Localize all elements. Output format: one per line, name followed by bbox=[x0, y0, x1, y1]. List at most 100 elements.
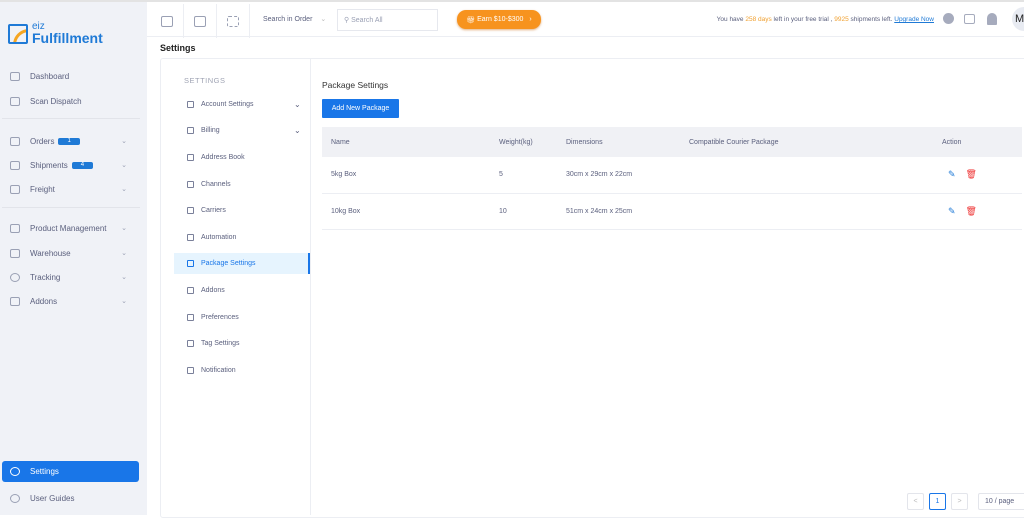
scan-icon bbox=[10, 96, 20, 106]
notification-icon bbox=[187, 366, 194, 374]
delete-icon[interactable]: 🗑︎ bbox=[966, 206, 977, 216]
next-page-button[interactable]: > bbox=[951, 493, 968, 510]
carriers-icon bbox=[187, 206, 194, 214]
billing-icon bbox=[187, 126, 194, 134]
sidebar-item-dashboard[interactable]: Dashboard bbox=[10, 68, 135, 84]
cell-name: 5kg Box bbox=[322, 157, 499, 194]
settings-nav-automation[interactable]: Automation bbox=[187, 232, 236, 242]
sidebar-item-freight[interactable]: Freight ⌄ bbox=[10, 181, 135, 197]
chevron-right-icon: › bbox=[529, 16, 532, 23]
document-icon bbox=[10, 223, 20, 233]
info-icon bbox=[10, 493, 20, 503]
label: Warehouse bbox=[30, 248, 71, 258]
sidebar-item-product-management[interactable]: Product Management ⌄ bbox=[10, 220, 135, 236]
add-new-package-button[interactable]: Add New Package bbox=[322, 99, 399, 118]
label: Automation bbox=[201, 233, 237, 241]
search-placeholder: Search All bbox=[351, 17, 383, 24]
column-name: Name bbox=[322, 127, 499, 157]
column-dimensions: Dimensions bbox=[566, 127, 689, 157]
shipments-shortcut[interactable] bbox=[184, 4, 217, 38]
label: Tag Settings bbox=[201, 339, 240, 347]
column-weight: Weight(kg) bbox=[499, 127, 566, 157]
label: Preferences bbox=[201, 313, 239, 321]
label: Address Book bbox=[201, 153, 245, 161]
delete-icon[interactable]: 🗑︎ bbox=[966, 169, 977, 179]
trial-notice: You have 258 days left in your free tria… bbox=[717, 16, 934, 23]
sidebar-item-user-guides[interactable]: User Guides bbox=[10, 490, 135, 506]
column-action: Action bbox=[942, 127, 1022, 157]
label: Scan Dispatch bbox=[30, 96, 82, 106]
trial-days: 258 days bbox=[745, 16, 772, 23]
trial-text: left in your free trial , bbox=[771, 16, 835, 23]
settings-nav-package-settings[interactable]: Package Settings bbox=[174, 253, 310, 274]
search-input[interactable]: ⚲ Search All bbox=[337, 9, 438, 31]
settings-nav-notification[interactable]: Notification bbox=[187, 365, 236, 375]
settings-nav-addons[interactable]: Addons bbox=[187, 285, 225, 295]
search-scope-select[interactable]: Search in Order ⌄ bbox=[263, 15, 326, 23]
page-size-select[interactable]: 10 / page bbox=[978, 493, 1024, 510]
settings-nav-carriers[interactable]: Carriers bbox=[187, 205, 226, 215]
scan-shortcut[interactable] bbox=[217, 4, 250, 38]
printer-icon[interactable] bbox=[964, 14, 975, 24]
truck-icon bbox=[194, 15, 206, 27]
sidebar-item-orders[interactable]: Orders 1 ⌄ bbox=[10, 133, 135, 149]
page-size-value: 10 / page bbox=[985, 498, 1015, 505]
section-title: Package Settings bbox=[322, 80, 389, 90]
upgrade-now-link[interactable]: Upgrade Now bbox=[894, 16, 934, 23]
label: Settings bbox=[30, 467, 59, 476]
sidebar-item-shipments[interactable]: Shipments 4 ⌄ bbox=[10, 157, 135, 173]
edit-icon[interactable]: ✎ bbox=[948, 206, 956, 216]
cell-weight: 5 bbox=[499, 157, 566, 194]
earn-button[interactable]: 🎁︎ Earn $10-$300 › bbox=[457, 10, 541, 29]
home-icon bbox=[10, 71, 20, 81]
column-courier: Compatible Courier Package bbox=[689, 127, 942, 157]
automation-icon bbox=[187, 233, 194, 241]
preferences-icon bbox=[187, 313, 194, 321]
shipments-badge: 4 bbox=[71, 161, 94, 169]
scan-icon bbox=[227, 15, 239, 27]
prev-page-button[interactable]: < bbox=[907, 493, 924, 510]
inbox-icon bbox=[10, 296, 20, 306]
page-1-button[interactable]: 1 bbox=[929, 493, 946, 510]
sidebar-item-warehouse[interactable]: Warehouse ⌄ bbox=[10, 245, 135, 261]
settings-nav-account-settings[interactable]: Account Settings ⌄ bbox=[187, 99, 301, 109]
packages-table: Name Weight(kg) Dimensions Compatible Co… bbox=[322, 127, 1022, 230]
tag-settings-icon bbox=[187, 339, 194, 347]
gift-icon: 🎁︎ bbox=[466, 16, 478, 24]
label: Billing bbox=[201, 126, 220, 134]
label: Channels bbox=[201, 180, 231, 188]
label: Addons bbox=[201, 286, 225, 294]
settings-nav-tag-settings[interactable]: Tag Settings bbox=[187, 338, 240, 348]
gear-icon bbox=[10, 467, 20, 476]
chevron-down-icon: ⌄ bbox=[121, 298, 127, 305]
search-scope-value: Search in Order bbox=[263, 16, 313, 23]
location-icon bbox=[10, 272, 20, 282]
sidebar-item-settings[interactable]: Settings bbox=[2, 461, 139, 482]
chevron-down-icon: ⌄ bbox=[294, 99, 301, 109]
sidebar-item-tracking[interactable]: Tracking ⌄ bbox=[10, 269, 135, 285]
chevron-down-icon: ⌄ bbox=[121, 274, 127, 281]
bell-icon[interactable] bbox=[987, 13, 997, 25]
edit-icon[interactable]: ✎ bbox=[948, 169, 956, 179]
label: Account Settings bbox=[201, 100, 254, 108]
settings-nav-address-book[interactable]: Address Book bbox=[187, 152, 245, 162]
freight-icon bbox=[10, 184, 20, 194]
settings-nav-billing[interactable]: Billing ⌄ bbox=[187, 125, 301, 135]
settings-nav-channels[interactable]: Channels bbox=[187, 179, 231, 189]
bag-icon bbox=[161, 15, 173, 27]
table-header: Name Weight(kg) Dimensions Compatible Co… bbox=[322, 127, 1022, 157]
cell-name: 10kg Box bbox=[322, 193, 499, 230]
cell-courier bbox=[689, 157, 942, 194]
shipments-left: 9925 bbox=[834, 16, 849, 23]
sidebar-item-scan-dispatch[interactable]: Scan Dispatch bbox=[10, 93, 135, 109]
support-icon[interactable] bbox=[943, 13, 954, 24]
settings-nav-preferences[interactable]: Preferences bbox=[187, 312, 239, 322]
sidebar-item-addons[interactable]: Addons ⌄ bbox=[10, 293, 135, 309]
address-book-icon bbox=[187, 153, 194, 161]
logo[interactable]: eiz Fulfillment bbox=[8, 22, 103, 45]
settings-nav-heading: SETTINGS bbox=[184, 76, 226, 85]
orders-shortcut[interactable] bbox=[151, 4, 184, 38]
bag-icon bbox=[10, 136, 20, 146]
avatar[interactable]: M bbox=[1012, 7, 1024, 31]
trial-text: You have bbox=[716, 16, 746, 23]
